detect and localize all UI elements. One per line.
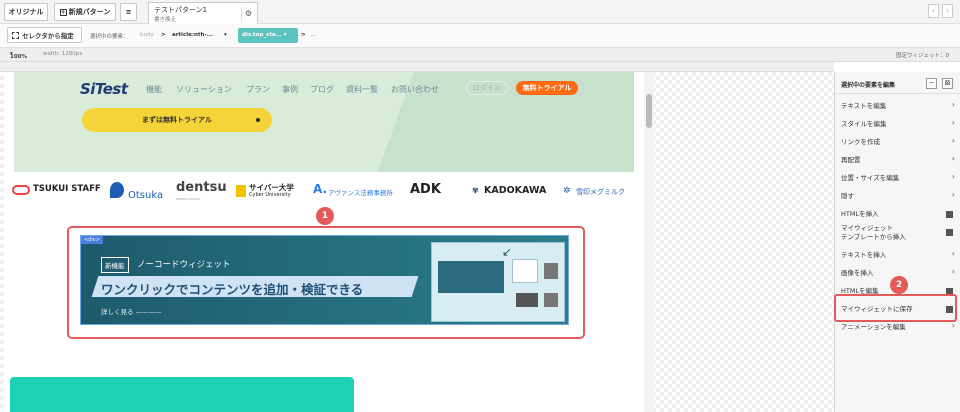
logo-dentsu: dentsu — [176, 180, 227, 195]
nav-item-contact[interactable]: お問い合わせ — [391, 84, 439, 95]
logo-tsukui-staff: TSUKUI STAFF — [33, 184, 101, 194]
panel-item-hide[interactable]: 隠す › — [835, 190, 960, 200]
minimize-button[interactable]: − — [926, 78, 937, 89]
ruler — [0, 62, 834, 72]
free-trial-nav-button[interactable]: 無料トライアル — [516, 81, 578, 95]
panel-item-insert-text[interactable]: テキストを挿入 › — [835, 249, 960, 259]
panel-item-reposition[interactable]: 再配置 › — [835, 154, 960, 164]
cyber-logo-mark — [236, 185, 246, 197]
zoom-bar: 100% ▾ width: 1280px 固定ウィジェット：0 — [0, 48, 960, 62]
step-badge-1: 1 — [316, 207, 334, 225]
chevron-right-icon: › — [951, 190, 955, 199]
megmilk-logo-mark: ✲ — [563, 186, 571, 196]
panel-item-edit-animation[interactable]: アニメーションを編集 › — [835, 321, 960, 331]
list-button[interactable]: ≡ — [120, 3, 137, 21]
logo-cyber-university-sub: Cyber University — [249, 192, 291, 198]
logo-kadokawa: KADOKAWA — [484, 185, 547, 196]
panel-item-edit-style[interactable]: スタイルを編集 › — [835, 118, 960, 128]
panel-item-create-link[interactable]: リンクを作成 › — [835, 136, 960, 146]
save-widget-highlight-outline — [834, 294, 957, 322]
banner-subtitle: ノーコードウィジェット — [137, 260, 231, 270]
sitest-logo[interactable]: SiTest — [80, 80, 128, 98]
nav-item-resources[interactable]: 資料一覧 — [346, 84, 378, 95]
illustration-icon — [544, 263, 558, 279]
prev-arrow-button[interactable]: ‹ — [928, 4, 939, 18]
next-arrow-button[interactable]: › — [942, 4, 953, 18]
nav-item-plan[interactable]: プラン — [246, 84, 270, 95]
logo-otsuka: Otsuka — [128, 190, 164, 201]
avance-logo-mark: A. — [313, 182, 328, 196]
banner-headline: ワンクリックでコンテンツを追加・検証できる — [101, 282, 364, 297]
panel-item-edit-position-size[interactable]: 位置・サイズを編集 › — [835, 172, 960, 182]
illustration-block — [516, 293, 538, 307]
crumb-separator: > — [301, 32, 306, 38]
new-feature-tag: 新機能 — [101, 257, 129, 273]
new-pattern-button[interactable]: + 新規パターン — [54, 3, 116, 21]
otsuka-logo-mark — [110, 182, 124, 198]
nav-item-solutions[interactable]: ソリューション — [176, 84, 232, 95]
crumb-body[interactable]: body — [140, 32, 154, 38]
panel-item-insert-html[interactable]: HTMLを挿入 — [835, 208, 960, 218]
width-readout: width: 1280px — [43, 51, 83, 57]
arrow-icon: ↙ — [502, 245, 513, 259]
banner-screen-illustration: ↙ — [431, 242, 565, 322]
illustration-image — [438, 261, 504, 293]
kadokawa-logo-mark: ✾ — [472, 186, 479, 195]
crumb-more[interactable]: ... — [311, 32, 316, 38]
selector-bar: セレクタから指定 選択中の要素： body > article:nth-... … — [0, 24, 960, 48]
teal-card — [10, 377, 354, 412]
illustration-block — [544, 293, 558, 307]
chevron-right-icon: › — [951, 172, 955, 181]
chevron-right-icon: › — [951, 321, 955, 330]
select-box-icon — [12, 31, 19, 39]
nav-item-blog[interactable]: ブログ — [310, 84, 334, 95]
copy-icon — [946, 211, 953, 218]
chevron-down-icon[interactable]: ▾ — [224, 32, 227, 38]
logo-adk: ADK — [410, 182, 441, 197]
chevron-right-icon: › — [951, 267, 955, 276]
logo-dentsu-sub: DENTSU DIGITAL — [176, 197, 202, 201]
original-button[interactable]: オリジナル — [4, 3, 48, 21]
top-toolbar: オリジナル + 新規パターン ≡ テストパターン1 書き換え ⚙ ‹ › — [0, 0, 960, 24]
page-scrollbar[interactable] — [644, 72, 654, 412]
gear-icon[interactable]: ⚙ — [241, 7, 255, 21]
chevron-right-icon: › — [951, 154, 955, 163]
hero-section[interactable]: SiTest 機能 ソリューション プラン 事例 ブログ 資料一覧 お問い合わせ… — [14, 72, 634, 172]
logo-avance: アヴァンス法務事務所 — [328, 189, 393, 197]
tsukui-logo-mark — [12, 185, 30, 195]
copy-icon — [946, 229, 953, 236]
panel-item-insert-from-template[interactable]: マイウィジェット テンプレートから挿入 — [835, 224, 960, 242]
crumb-article[interactable]: article:nth-... — [172, 32, 213, 38]
zoom-select[interactable]: 100% ▾ — [10, 51, 27, 60]
logo-megmilk: 雪印メグミルク — [576, 188, 625, 196]
chevron-right-icon: › — [951, 118, 955, 127]
nav-item-features[interactable]: 機能 — [146, 84, 162, 95]
scrollbar-thumb[interactable] — [646, 94, 652, 128]
crumb-separator: > — [161, 32, 166, 38]
illustration-card — [512, 259, 538, 283]
plus-box-icon: + — [59, 8, 67, 16]
dot-icon — [256, 118, 260, 122]
nav-item-cases[interactable]: 事例 — [282, 84, 298, 95]
list-icon: ≡ — [125, 8, 132, 16]
edit-element-panel: 選択中の要素を編集 − ⊠ テキストを編集 › スタイルを編集 › リンクを作成 › … — [834, 72, 960, 412]
div-tag-label: <div> — [81, 236, 103, 244]
login-button[interactable]: ログイン — [466, 81, 508, 95]
crumb-active-element[interactable]: div.top_cta... ▾ — [238, 28, 298, 43]
select-from-selector-button[interactable]: セレクタから指定 — [7, 27, 82, 43]
free-trial-cta-button[interactable]: まずは無料トライアル — [82, 108, 272, 132]
panel-item-edit-text[interactable]: テキストを編集 › — [835, 100, 960, 110]
selected-element-label: 選択中の要素： — [90, 34, 129, 40]
step-badge-2: 2 — [890, 276, 908, 294]
chevron-right-icon: › — [951, 249, 955, 258]
banner-more-link[interactable]: 詳しく見る ———— — [101, 306, 162, 316]
chevron-right-icon: › — [951, 100, 955, 109]
chevron-right-icon: › — [951, 136, 955, 145]
fixed-widgets-count: 固定ウィジェット：0 — [896, 53, 949, 59]
tab-test-pattern-1[interactable]: テストパターン1 書き換え ⚙ — [148, 2, 258, 24]
close-icon[interactable]: ⊠ — [942, 78, 953, 89]
widget-banner[interactable]: <div> 新機能 ノーコードウィジェット ワンクリックでコンテンツを追加・検証… — [80, 235, 569, 325]
